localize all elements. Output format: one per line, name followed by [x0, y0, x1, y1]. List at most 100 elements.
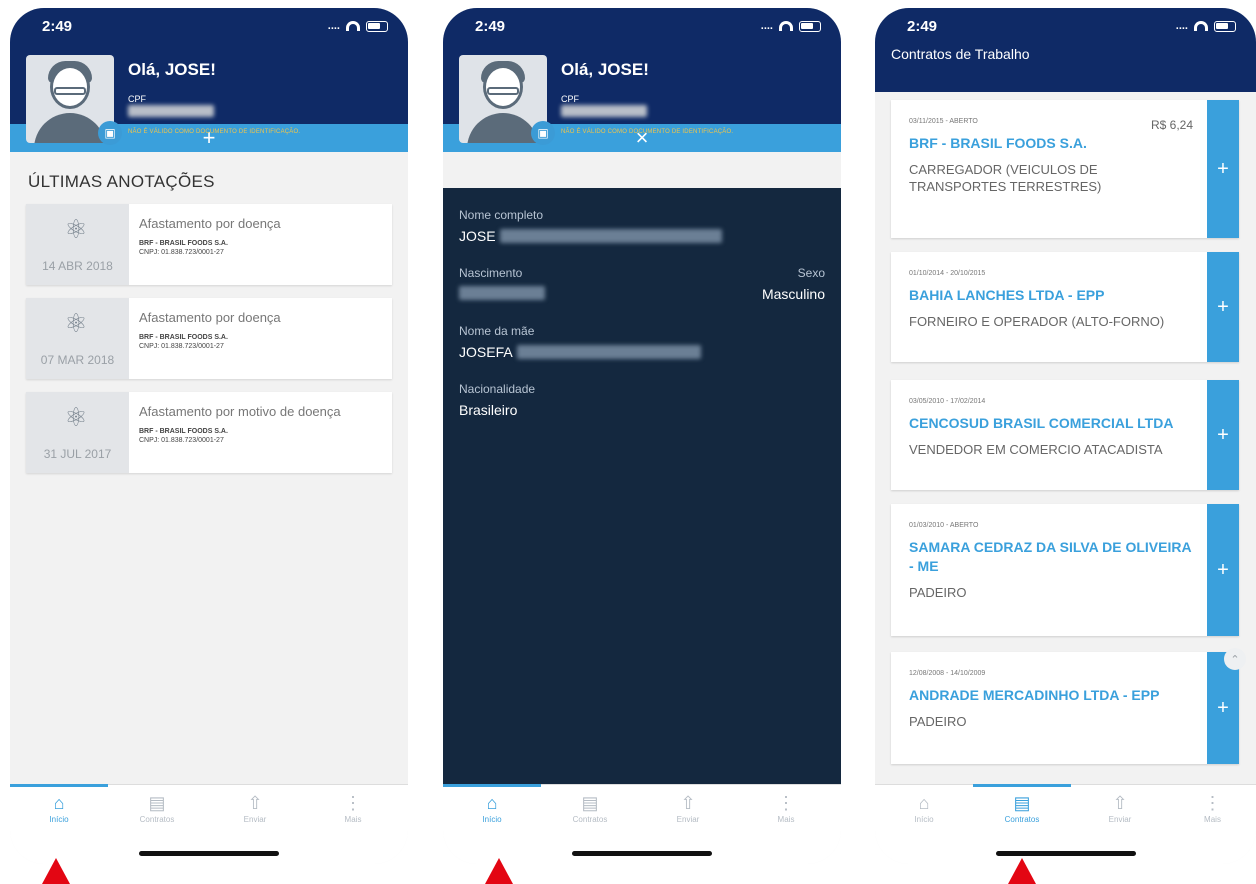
tab-home[interactable]: ⌂ Início — [443, 793, 541, 824]
status-time: 2:49 — [475, 17, 506, 35]
briefcase-icon: ▤ — [581, 793, 599, 813]
contract-company: ANDRADE MERCADINHO LTDA - EPP — [909, 687, 1160, 703]
annotation-company: BRF - BRASIL FOODS S.A. — [139, 334, 228, 341]
active-tab-indicator — [973, 784, 1071, 787]
active-tab-indicator — [10, 784, 108, 787]
expand-contract-button[interactable]: + — [1207, 252, 1239, 362]
status-time: 2:49 — [42, 17, 73, 35]
annotation-date: 07 MAR 2018 — [40, 353, 115, 367]
status-bar: 2:49 .... — [10, 8, 408, 44]
wifi-icon — [779, 21, 793, 31]
contract-role: FORNEIRO E OPERADOR (ALTO-FORNO) — [909, 314, 1165, 329]
home-icon: ⌂ — [918, 793, 930, 813]
camera-icon[interactable]: ▣ — [531, 121, 555, 145]
camera-icon[interactable]: ▣ — [98, 121, 122, 145]
tab-more[interactable]: ⋮ Mais — [1169, 793, 1256, 824]
contract-card[interactable]: 01/10/2014 - 20/10/2015 BAHIA LANCHES LTD… — [891, 252, 1239, 362]
briefcase-icon: ▤ — [1013, 793, 1031, 813]
contract-period: 12/08/2008 - 14/10/2009 — [909, 670, 986, 677]
status-bar: 2:49 .... — [443, 8, 841, 44]
annotation-card[interactable]: ⚛ 14 ABR 2018 Afastamento por doença BRF -… — [26, 204, 392, 285]
contract-period: 03/05/2010 - 17/02/2014 — [909, 398, 986, 405]
medical-document-icon: ⚛ — [64, 308, 88, 338]
full-name-label: Nome completo — [459, 208, 544, 222]
contract-role: PADEIRO — [909, 585, 967, 600]
more-icon: ⋮ — [344, 793, 362, 813]
marker-arrow-home — [42, 858, 70, 884]
tab-send[interactable]: ⇧ Enviar — [639, 793, 737, 824]
id-notice: NÃO É VÁLIDO COMO DOCUMENTO DE IDENTIFIC… — [128, 129, 301, 135]
expand-contract-button[interactable]: + — [1207, 380, 1239, 490]
annotation-cnpj: CNPJ: 01.838.723/0001-27 — [139, 249, 224, 256]
annotation-card[interactable]: ⚛ 31 JUL 2017 Afastamento por motivo de d… — [26, 392, 392, 473]
battery-icon — [799, 20, 821, 32]
phone-home-screen: 2:49 .... ▣ Olá, JOSE! CPF NÃO É VÁLIDO … — [10, 8, 408, 864]
active-tab-indicator — [443, 784, 541, 787]
marker-arrow-home-2 — [485, 858, 513, 884]
tab-bar: ⌂ Início ▤ Contratos ⇧ Enviar ⋮ Mais — [875, 784, 1256, 864]
profile-header: 2:49 .... ▣ Olá, JOSE! CPF NÃO É VÁLIDO … — [443, 8, 841, 145]
full-name-redacted — [499, 229, 722, 243]
annotation-date: 14 ABR 2018 — [42, 259, 113, 273]
screenshot-stage: 2:49 .... ▣ Olá, JOSE! CPF NÃO É VÁLIDO … — [0, 0, 1256, 884]
contract-role: PADEIRO — [909, 714, 967, 729]
wifi-icon — [346, 21, 360, 31]
annotation-card[interactable]: ⚛ 07 MAR 2018 Afastamento por doença BRF -… — [26, 298, 392, 379]
mother-value: JOSEFA — [459, 344, 513, 360]
plus-icon: + — [1217, 558, 1229, 581]
tab-contracts[interactable]: ▤ Contratos — [973, 793, 1071, 824]
contract-card[interactable]: 03/11/2015 - ABERTO BRF - BRASIL FOODS S.… — [891, 100, 1239, 238]
birth-redacted — [459, 286, 545, 300]
contract-role: CARREGADOR (VEICULOS DE TRANSPORTES TERR… — [909, 162, 1102, 194]
tab-send[interactable]: ⇧ Enviar — [206, 793, 304, 824]
tab-home[interactable]: ⌂ Início — [875, 793, 973, 824]
sex-value: Masculino — [761, 286, 825, 302]
contract-card[interactable]: 01/03/2010 - ABERTO SAMARA CEDRAZ DA SILV… — [891, 504, 1239, 636]
plus-icon: + — [1217, 696, 1229, 719]
expand-contract-button[interactable]: + — [1207, 100, 1239, 238]
page-title: Contratos de Trabalho — [891, 46, 1030, 62]
expand-contract-button[interactable]: + — [1207, 504, 1239, 636]
contract-company: BRF - BRASIL FOODS S.A. — [909, 135, 1087, 151]
tab-bar: ⌂ Início ▤ Contratos ⇧ Enviar ⋮ Mais — [10, 784, 408, 864]
profile-header: 2:49 .... ▣ Olá, JOSE! CPF NÃO É VÁLIDO … — [10, 8, 408, 145]
profile-details: Nome completo JOSE Nascimento Sexo Mascu… — [443, 188, 841, 784]
annotation-cnpj: CNPJ: 01.838.723/0001-27 — [139, 437, 224, 444]
contract-card[interactable]: 12/08/2008 - 14/10/2009 ANDRADE MERCADINH… — [891, 652, 1239, 764]
full-name-value: JOSE — [459, 228, 496, 244]
id-notice: NÃO É VÁLIDO COMO DOCUMENTO DE IDENTIFIC… — [561, 129, 734, 135]
wifi-icon — [1194, 21, 1208, 31]
phone-contracts-screen: 2:49 .... Contratos de Trabalho 03/11/20… — [875, 8, 1256, 864]
contract-card[interactable]: 03/05/2010 - 17/02/2014 CENCOSUD BRASIL C… — [891, 380, 1239, 490]
greeting: Olá, JOSE! — [561, 60, 649, 79]
battery-icon — [1214, 20, 1236, 32]
annotation-title: Afastamento por doença — [139, 216, 281, 231]
scroll-top-icon[interactable]: ⌃ — [1224, 648, 1246, 670]
tab-bar: ⌂ Início ▤ Contratos ⇧ Enviar ⋮ Mais — [443, 784, 841, 864]
contract-company: CENCOSUD BRASIL COMERCIAL LTDA — [909, 415, 1174, 431]
tab-more[interactable]: ⋮ Mais — [304, 793, 402, 824]
plus-icon: + — [1217, 157, 1229, 180]
contract-value: R$ 6,24 — [1150, 118, 1193, 132]
birth-label: Nascimento — [459, 266, 523, 280]
cpf-label: CPF — [561, 94, 579, 104]
contract-company: SAMARA CEDRAZ DA SILVA DE OLIVEIRA - ME — [909, 539, 1192, 574]
tab-home[interactable]: ⌂ Início — [10, 793, 108, 824]
annotation-title: Afastamento por motivo de doença — [139, 404, 341, 419]
home-icon: ⌂ — [486, 793, 498, 813]
marker-arrow-contracts — [1008, 858, 1036, 884]
tab-contracts[interactable]: ▤ Contratos — [108, 793, 206, 824]
contract-role: VENDEDOR EM COMERCIO ATACADISTA — [909, 442, 1163, 457]
annotation-company: BRF - BRASIL FOODS S.A. — [139, 428, 228, 435]
status-time: 2:49 — [907, 17, 938, 35]
tab-more[interactable]: ⋮ Mais — [737, 793, 835, 824]
contracts-header: 2:49 .... Contratos de Trabalho — [875, 8, 1256, 92]
home-indicator — [995, 851, 1136, 856]
cpf-value-redacted — [128, 105, 214, 117]
more-icon: ⋮ — [1203, 793, 1222, 813]
tab-contracts[interactable]: ▤ Contratos — [541, 793, 639, 824]
medical-document-icon: ⚛ — [64, 214, 88, 244]
plus-icon: + — [1217, 295, 1229, 318]
tab-send[interactable]: ⇧ Enviar — [1071, 793, 1169, 824]
share-icon: ⇧ — [1112, 793, 1128, 813]
